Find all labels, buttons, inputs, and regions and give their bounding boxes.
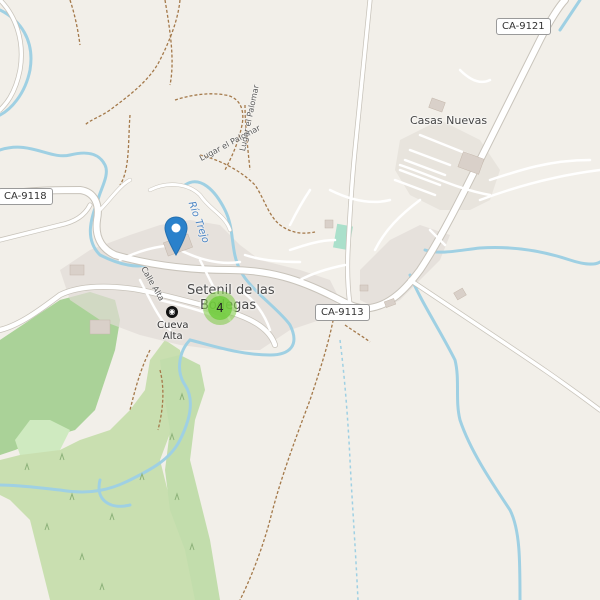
marker-cluster[interactable]: 4 [203, 291, 237, 325]
location-pin-shape [164, 216, 188, 256]
road-shield-ca9118: CA-9118 [0, 188, 53, 205]
stream-dashed [339, 339, 359, 600]
place-label-casas-nuevas: Casas Nuevas [410, 114, 488, 127]
road-shield-ca9113: CA-9113 [315, 304, 370, 321]
road-shield-ca9121: CA-9121 [496, 18, 551, 35]
map-base-layer [0, 0, 600, 600]
cave-icon[interactable]: ◉ [166, 306, 178, 318]
map-canvas[interactable]: CA-9121 CA-9118 CA-9113 Casas Nuevas Set… [0, 0, 600, 600]
cluster-count: 4 [208, 296, 232, 320]
poi-label-cueva-alta: Cueva Alta [157, 320, 189, 342]
poi-label-line1: Cueva [157, 320, 189, 331]
poi-label-line2: Alta [162, 331, 183, 342]
